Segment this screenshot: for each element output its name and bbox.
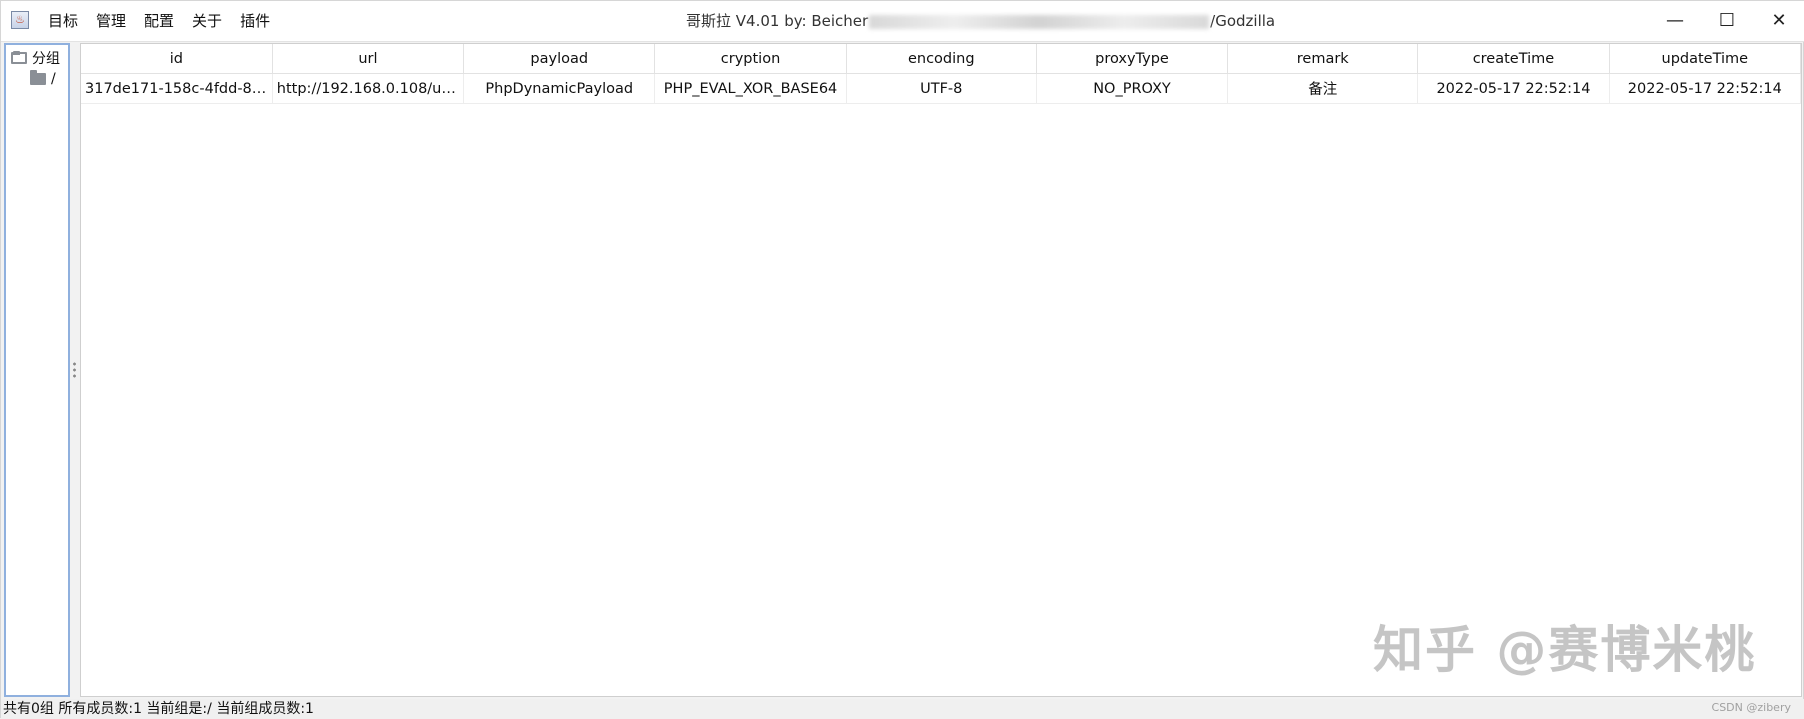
window-controls: — ☐ ✕ <box>1649 1 1804 41</box>
menu-manage[interactable]: 管理 <box>87 1 135 41</box>
menu-about[interactable]: 关于 <box>183 1 231 41</box>
menu-config[interactable]: 配置 <box>135 1 183 41</box>
status-text: 共有0组 所有成员数:1 当前组是:/ 当前组成员数:1 <box>3 701 314 717</box>
cell-url[interactable]: http://192.168.0.108/upl... <box>272 73 465 104</box>
folder-open-icon <box>11 51 27 64</box>
tree-child-node[interactable]: / <box>30 68 56 90</box>
status-bar: 共有0组 所有成员数:1 当前组是:/ 当前组成员数:1 CSDN @ziber… <box>1 699 1804 719</box>
tree-child-label: / <box>51 71 56 87</box>
menu-target[interactable]: 目标 <box>39 1 87 41</box>
title-bar: ♨ 目标 管理 配置 关于 插件 哥斯拉 V4.01 by: Beicher/G… <box>1 1 1804 42</box>
column-header-proxytype[interactable]: proxyType <box>1036 44 1229 74</box>
cell-payload[interactable]: PhpDynamicPayload <box>463 73 656 104</box>
window-title-prefix: 哥斯拉 V4.01 by: Beicher <box>686 12 869 30</box>
zhihu-watermark: 知乎 @赛博米桃 <box>1373 621 1757 679</box>
cell-proxytype[interactable]: NO_PROXY <box>1036 73 1229 104</box>
cell-updatetime[interactable]: 2022-05-17 22:52:14 <box>1609 73 1802 104</box>
window-title-suffix: /Godzilla <box>1210 12 1276 30</box>
splitter-grip-icon <box>73 361 76 379</box>
column-header-cryption[interactable]: cryption <box>654 44 847 74</box>
panel-splitter[interactable] <box>70 43 80 697</box>
maximize-button[interactable]: ☐ <box>1701 1 1753 41</box>
minimize-button[interactable]: — <box>1649 1 1701 41</box>
cell-cryption[interactable]: PHP_EVAL_XOR_BASE64 <box>654 73 847 104</box>
table-header-row: id url payload cryption encoding proxyTy… <box>81 44 1802 74</box>
group-tree[interactable]: 分组 / <box>4 43 70 697</box>
cell-createtime[interactable]: 2022-05-17 22:52:14 <box>1417 73 1610 104</box>
column-header-remark[interactable]: remark <box>1227 44 1419 74</box>
table-row[interactable]: 317de171-158c-4fdd-89... http://192.168.… <box>81 73 1802 104</box>
java-app-icon: ♨ <box>11 11 29 29</box>
column-header-payload[interactable]: payload <box>463 44 656 74</box>
close-button[interactable]: ✕ <box>1753 1 1804 41</box>
window-title: 哥斯拉 V4.01 by: Beicher/Godzilla <box>686 1 1275 41</box>
folder-icon <box>30 70 46 85</box>
column-header-id[interactable]: id <box>81 44 273 74</box>
csdn-credit: CSDN @zibery <box>1711 701 1791 714</box>
column-header-updatetime[interactable]: updateTime <box>1609 44 1802 74</box>
shell-table: id url payload cryption encoding proxyTy… <box>81 44 1802 104</box>
column-header-encoding[interactable]: encoding <box>846 44 1037 74</box>
tree-root-label: 分组 <box>32 51 60 67</box>
redacted-blur <box>869 14 1210 29</box>
cell-remark[interactable]: 备注 <box>1227 73 1419 104</box>
column-header-createtime[interactable]: createTime <box>1417 44 1610 74</box>
tree-root-node[interactable]: 分组 <box>11 47 60 69</box>
cell-id[interactable]: 317de171-158c-4fdd-89... <box>81 73 273 104</box>
godzilla-window: ♨ 目标 管理 配置 关于 插件 哥斯拉 V4.01 by: Beicher/G… <box>0 0 1804 719</box>
cell-encoding[interactable]: UTF-8 <box>846 73 1037 104</box>
menu-plugins[interactable]: 插件 <box>231 1 279 41</box>
column-header-url[interactable]: url <box>272 44 465 74</box>
menu-bar: 目标 管理 配置 关于 插件 <box>39 1 279 41</box>
shell-table-panel: id url payload cryption encoding proxyTy… <box>80 43 1802 697</box>
